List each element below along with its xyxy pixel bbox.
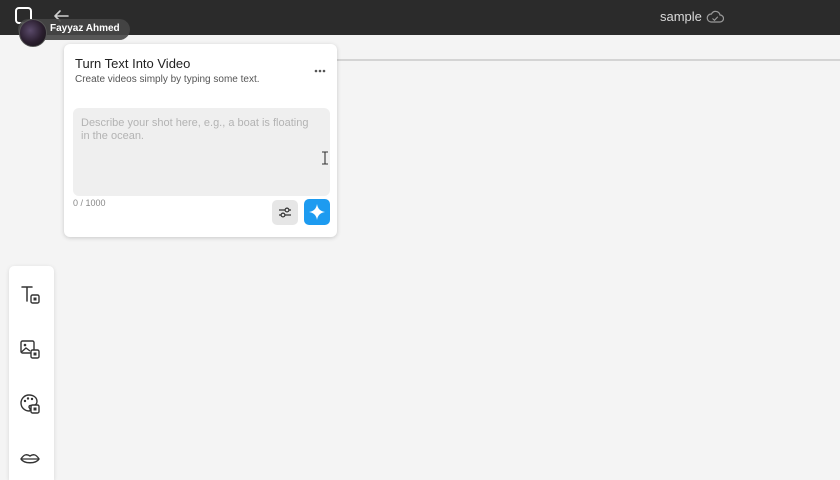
prompt-placeholder: Describe your shot here, e.g., a boat is… <box>81 117 311 143</box>
lips-tool-icon <box>18 447 42 471</box>
prompt-input[interactable]: Describe your shot here, e.g., a boat is… <box>73 108 330 196</box>
palette-tool-icon <box>18 392 42 416</box>
settings-button[interactable] <box>272 200 298 225</box>
sparkle-icon <box>304 199 330 225</box>
document-title[interactable]: sample <box>660 9 702 24</box>
lip-sync-tool-button[interactable] <box>18 447 42 471</box>
character-count: 0 / 1000 <box>73 198 106 208</box>
generate-button[interactable] <box>304 199 330 225</box>
image-tool-button[interactable] <box>18 337 42 361</box>
text-tool-icon <box>18 282 42 306</box>
text-cursor-icon <box>321 151 329 165</box>
user-name: Fayyaz Ahmed <box>50 23 120 34</box>
image-tool-icon <box>18 337 42 361</box>
cloud-icon <box>706 10 724 23</box>
avatar <box>19 19 47 47</box>
panel-subtitle: Create videos simply by typing some text… <box>75 74 260 85</box>
text-to-video-panel: Turn Text Into Video Create videos simpl… <box>64 44 337 237</box>
more-options-icon[interactable] <box>314 60 326 64</box>
panel-title: Turn Text Into Video <box>75 56 190 71</box>
canvas-divider <box>337 59 840 61</box>
sliders-icon <box>272 200 298 225</box>
text-tool-button[interactable] <box>18 282 42 306</box>
palette-tool-button[interactable] <box>18 392 42 416</box>
left-toolbar <box>9 266 54 480</box>
